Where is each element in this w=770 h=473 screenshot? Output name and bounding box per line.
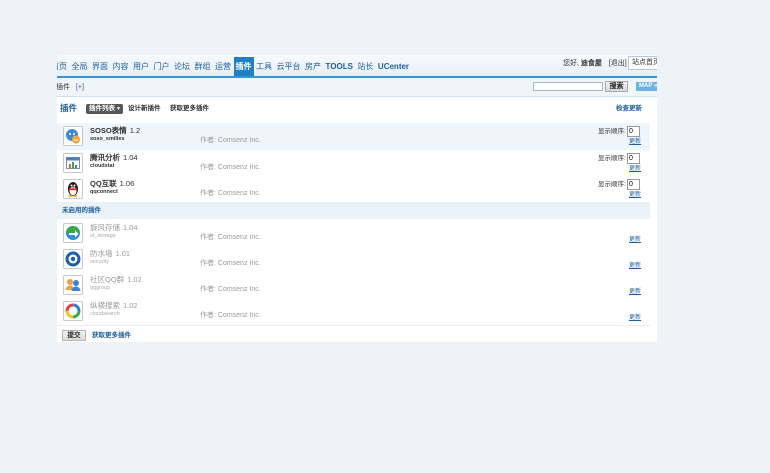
display-order-label: 显示顺序: [598,181,626,188]
display-order-label: 显示顺序: [598,155,626,162]
map-button[interactable]: MAP » [636,82,657,91]
storage-arrow-icon [63,223,83,243]
nav-item-cloud[interactable]: 云平台 [277,57,301,76]
plugin-author: 作者: Comsenz Inc. [200,137,261,144]
plugin-name: 防水墙 1.01 [90,249,131,258]
plugin-row: 腾讯分析 1.04 cloudstat 作者: Comsenz Inc. 显示顺序… [57,150,650,177]
plugin-name: 旋风存储 1.04 [90,223,138,232]
tab-plugin-list-label: 插件列表 [89,105,115,112]
plugin-author: 作者: Comsenz Inc. [200,286,261,293]
display-order-input[interactable] [627,179,640,190]
add-shortcut-link[interactable]: [+] [76,84,84,91]
disabled-plugins-title: 未启用的插件 [62,207,101,214]
plugin-name: SOSO表情 1.2 [90,126,141,135]
cloud-search-icon [63,301,83,321]
submit-button[interactable]: 提交 [62,330,86,341]
tab-design-plugin[interactable]: 设计新插件 [128,104,161,114]
nav-item-operation[interactable]: 运营 [215,57,231,76]
plugin-name: 腾讯分析 1.04 [90,153,138,162]
plugin-author: 作者: Comsenz Inc. [200,260,261,267]
plugin-row: 旋风存储 1.04 xf_storage 作者: Comsenz Inc. 更新 [57,220,650,247]
plugin-author: 作者: Comsenz Inc. [200,312,261,319]
nav-item-tools[interactable]: 工具 [256,57,272,76]
admin-frame: 首页 全局 界面 内容 用户 门户 论坛 群组 运营 插件 工具 云平台 房产 … [57,55,657,342]
plugin-id: xf_storage [90,233,116,239]
plugin-id: security [90,259,109,265]
plugin-name: QQ互联 1.06 [90,179,135,188]
top-header: 首页 全局 界面 内容 用户 门户 论坛 群组 运营 插件 工具 云平台 房产 … [57,55,657,76]
display-order-label: 显示顺序: [598,128,626,135]
nav-item-webmaster[interactable]: 站长 [357,57,373,76]
analytics-chart-icon [63,153,83,173]
plugin-id: qqconnect [90,189,118,195]
plugin-name: 纵横搜索 1.02 [90,301,138,310]
update-link[interactable]: 更新 [629,139,641,146]
nav-item-content[interactable]: 内容 [113,57,129,76]
update-link[interactable]: 更新 [629,192,641,199]
nav-item-forum[interactable]: 论坛 [174,57,190,76]
logout-link[interactable]: [退出] [609,60,627,67]
search-button[interactable]: 搜索 [605,81,628,92]
display-order-input[interactable] [627,126,640,137]
user-info: 您好, 迪食屋 [退出] [563,59,627,69]
plugin-id: cloudsearch [90,311,120,317]
plugin-name: 社区QQ群 1.02 [90,275,142,284]
breadcrumb: 插件 [+] [57,83,84,92]
display-order-input[interactable] [627,153,640,164]
plugin-id: cloudstat [90,163,115,169]
tab-get-more-plugins[interactable]: 获取更多插件 [170,104,209,114]
get-more-plugins-link[interactable]: 获取更多插件 [92,332,131,340]
plugin-id: soso_smilies [90,136,125,142]
site-home-button[interactable]: 站点首页 [628,56,657,70]
qq-group-icon [63,275,83,295]
plugin-author: 作者: Comsenz Inc. [200,234,261,241]
qq-penguin-icon [63,179,83,199]
username: 迪食屋 [580,60,602,67]
security-ring-icon [63,249,83,269]
page-title: 插件 [60,103,78,113]
nav-item-home[interactable]: 首页 [57,57,67,76]
nav-item-user[interactable]: 用户 [133,57,149,76]
update-link[interactable]: 更新 [629,263,641,270]
plugin-row: QQ互联 1.06 qqconnect 作者: Comsenz Inc. 显示顺序… [57,176,650,203]
tab-plugin-list[interactable]: 插件列表▼ [86,104,123,114]
nav-item-house[interactable]: 房产 [305,57,321,76]
disabled-plugins-header: 未启用的插件 [57,203,650,219]
breadcrumb-title: 插件 [57,84,70,91]
nav-item-style[interactable]: 界面 [92,57,108,76]
nav-item-group[interactable]: 群组 [195,57,211,76]
update-link[interactable]: 更新 [629,315,641,322]
plugin-row: 防水墙 1.01 security 作者: Comsenz Inc. 更新 [57,246,650,273]
update-link[interactable]: 更新 [629,166,641,173]
chevron-down-icon: ▼ [116,106,121,112]
sub-toolbar: 插件 [+] 搜索 MAP » [57,78,657,97]
greeting-text: 您好, [563,60,579,67]
soso-smiley-icon [63,126,83,146]
nav-item-plugin[interactable]: 插件 [235,57,252,76]
nav-item-portal[interactable]: 门户 [154,57,170,76]
plugin-row: SOSO表情 1.2 soso_smilies 作者: Comsenz Inc. … [57,123,650,151]
search-input[interactable] [533,82,603,91]
plugin-author: 作者: Comsenz Inc. [200,164,261,171]
nav-item-ucenter[interactable]: UCenter [378,57,409,76]
update-link[interactable]: 更新 [629,237,641,244]
plugin-id: qqgroup [90,285,111,291]
main-nav: 首页 全局 界面 内容 用户 门户 论坛 群组 运营 插件 工具 云平台 房产 … [57,57,409,76]
plugin-row: 纵横搜索 1.02 cloudsearch 作者: Comsenz Inc. 更新 [57,298,650,326]
check-update-link[interactable]: 检查更新 [616,104,642,114]
nav-item-global[interactable]: 全局 [72,57,88,76]
update-link[interactable]: 更新 [629,289,641,296]
plugin-author: 作者: Comsenz Inc. [200,190,261,197]
plugin-row: 社区QQ群 1.02 qqgroup 作者: Comsenz Inc. 更新 [57,272,650,299]
nav-item-tools-en[interactable]: TOOLS [326,57,353,76]
